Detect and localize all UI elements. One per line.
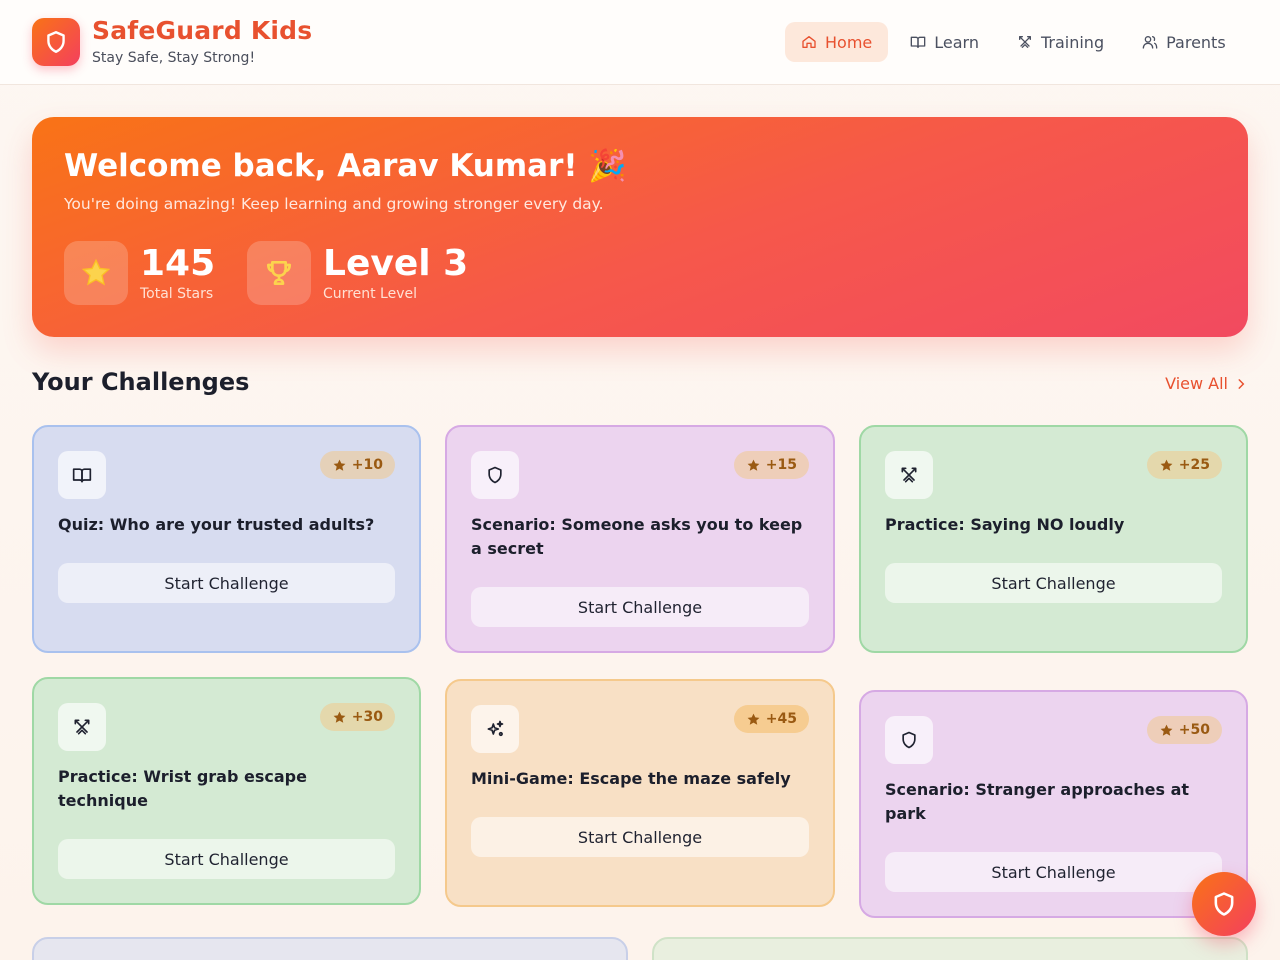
challenge-card[interactable]: +30 Practice: Wrist grab escape techniqu…: [32, 677, 421, 905]
challenge-title: Scenario: Someone asks you to keep a sec…: [471, 515, 803, 558]
points-badge: +45: [733, 705, 809, 733]
challenge-title: Mini-Game: Escape the maze safely: [471, 769, 791, 788]
main-nav: Home Learn Training Parents: [785, 22, 1242, 62]
view-all-label: View All: [1165, 374, 1228, 393]
challenge-title: Scenario: Stranger approaches at park: [885, 780, 1190, 823]
app-tagline: Stay Safe, Stay Strong!: [92, 50, 256, 66]
points-badge: +25: [1146, 451, 1222, 479]
points-value: +30: [351, 709, 383, 725]
start-challenge-button[interactable]: Start Challenge: [58, 839, 395, 879]
points-value: +10: [351, 457, 383, 473]
nav-training[interactable]: Training: [1001, 22, 1120, 62]
points-badge: +15: [733, 451, 809, 479]
nav-learn-label: Learn: [934, 32, 979, 52]
challenge-card[interactable]: +15 Scenario: Someone asks you to keep a…: [445, 425, 835, 653]
level-value: Level 3: [323, 243, 469, 284]
app-name: SafeGuard Kids: [92, 16, 313, 45]
challenge-title: Quiz: Who are your trusted adults?: [58, 515, 375, 534]
nav-learn[interactable]: Learn: [894, 22, 995, 62]
stars-value: 145: [140, 243, 216, 284]
bottom-panel-right: [652, 937, 1248, 960]
welcome-banner: Welcome back, Aarav Kumar! 🎉 You're doin…: [32, 117, 1248, 337]
start-challenge-button[interactable]: Start Challenge: [885, 852, 1222, 892]
star-icon: [1160, 459, 1173, 471]
star-icon: [333, 459, 346, 471]
challenges-title: Your Challenges: [32, 368, 250, 396]
points-value: +45: [765, 711, 797, 727]
shield-icon: [471, 451, 519, 499]
challenge-card[interactable]: +50 Scenario: Stranger approaches at par…: [859, 690, 1248, 918]
users-icon: [1142, 36, 1158, 49]
stars-label: Total Stars: [140, 286, 214, 302]
start-challenge-button[interactable]: Start Challenge: [471, 587, 809, 627]
start-challenge-button[interactable]: Start Challenge: [58, 563, 395, 603]
challenge-title: Practice: Wrist grab escape technique: [58, 767, 307, 810]
star-icon: [64, 241, 128, 305]
nav-training-label: Training: [1040, 32, 1105, 52]
points-badge: +30: [319, 703, 395, 731]
chevron-right-icon: [1238, 378, 1245, 389]
home-icon: [802, 36, 816, 48]
bottom-panel-left: [32, 937, 628, 960]
nav-parents[interactable]: Parents: [1126, 22, 1242, 62]
welcome-title: Welcome back, Aarav Kumar! 🎉: [64, 148, 627, 184]
shield-icon: [1214, 892, 1234, 916]
points-value: +25: [1178, 457, 1210, 473]
points-value: +50: [1178, 722, 1210, 738]
challenge-card[interactable]: +25 Practice: Saying NO loudly Start Cha…: [859, 425, 1248, 653]
nav-home-label: Home: [825, 32, 873, 52]
nav-home[interactable]: Home: [785, 22, 889, 62]
nav-parents-label: Parents: [1166, 32, 1226, 52]
book-icon: [910, 36, 926, 48]
challenge-card[interactable]: +10 Quiz: Who are your trusted adults? S…: [32, 425, 421, 653]
points-badge: +10: [319, 451, 395, 479]
swords-icon: [58, 703, 106, 751]
swords-icon: [885, 451, 933, 499]
welcome-subtitle: You're doing amazing! Keep learning and …: [64, 195, 604, 213]
safety-shield-button[interactable]: [1192, 872, 1256, 936]
challenge-title: Practice: Saying NO loudly: [885, 515, 1125, 534]
app-header: SafeGuard Kids Stay Safe, Stay Strong! H…: [0, 0, 1280, 85]
start-challenge-button[interactable]: Start Challenge: [471, 817, 809, 857]
shield-icon: [885, 716, 933, 764]
stars-stat: 145 Total Stars: [64, 241, 215, 305]
challenge-card[interactable]: +45 Mini-Game: Escape the maze safely St…: [445, 679, 835, 907]
star-icon: [747, 459, 760, 471]
swords-icon: [1018, 36, 1031, 48]
trophy-icon: [247, 241, 311, 305]
star-icon: [747, 713, 760, 725]
star-icon: [333, 711, 346, 723]
view-all-link[interactable]: View All: [1165, 374, 1248, 393]
start-challenge-button[interactable]: Start Challenge: [885, 563, 1222, 603]
level-label: Current Level: [323, 286, 417, 302]
points-value: +15: [765, 457, 797, 473]
star-icon: [1160, 724, 1173, 736]
level-stat: Level 3 Current Level: [247, 241, 468, 305]
logo-shield-icon[interactable]: [32, 18, 80, 66]
sparkles-icon: [471, 705, 519, 753]
points-badge: +50: [1146, 716, 1222, 744]
book-icon: [58, 451, 106, 499]
